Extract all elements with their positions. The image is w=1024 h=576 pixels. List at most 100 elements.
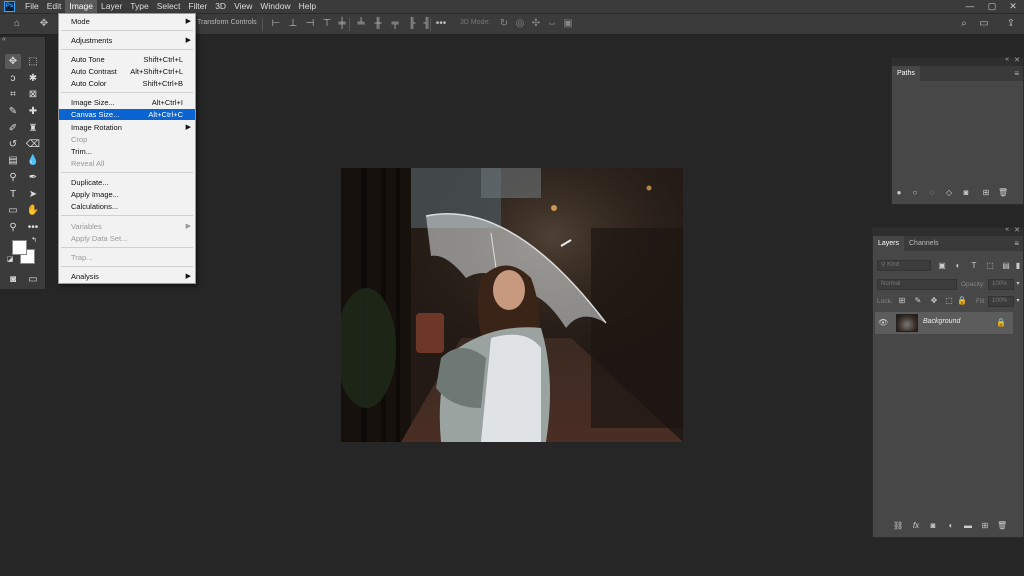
transform-controls-label[interactable]: Transform Controls (197, 19, 257, 26)
align-middle-icon[interactable]: ╪ (336, 18, 348, 30)
menu-item-reveal-all[interactable]: Reveal All (59, 158, 195, 169)
swap-colors-icon[interactable]: ↰ (29, 236, 39, 246)
home-icon[interactable]: ⌂ (11, 18, 23, 30)
blur-tool-icon[interactable]: 💧 (25, 153, 41, 168)
align-left-icon[interactable]: ⊢ (270, 18, 282, 30)
type-tool-icon[interactable]: T (5, 187, 21, 202)
more-tools-icon[interactable]: ••• (25, 220, 41, 235)
crop-tool-icon[interactable]: ⌗ (5, 87, 21, 102)
menu-select[interactable]: Select (153, 0, 185, 13)
menu-item-mode[interactable]: Mode ▶ (59, 16, 195, 27)
menu-item-auto-contrast[interactable]: Auto Contrast Alt+Shift+Ctrl+L (59, 66, 195, 77)
move-tool-icon[interactable]: ✥ (5, 54, 21, 69)
lock-pixels-icon[interactable]: ✎ (913, 296, 923, 306)
menu-item-calculations[interactable]: Calculations... (59, 201, 195, 212)
panel-menu-icon[interactable]: ≡ (1014, 69, 1019, 78)
close-panel-icon[interactable]: ✕ (1014, 226, 1020, 234)
adjustment-layer-icon[interactable]: ◐ (946, 521, 956, 531)
delete-path-icon[interactable]: 🗑 (998, 188, 1008, 198)
filter-adjustment-icon[interactable]: ◐ (953, 261, 963, 271)
rectangle-tool-icon[interactable]: ▭ (5, 203, 21, 218)
menu-item-variables[interactable]: Variables ▶ (59, 221, 195, 232)
filter-type-icon[interactable]: T (969, 261, 979, 271)
make-work-path-icon[interactable]: ◇ (944, 188, 954, 198)
layer-name[interactable]: Background (923, 318, 960, 325)
menu-file[interactable]: File (21, 0, 43, 13)
add-mask-icon[interactable]: ◙ (961, 188, 971, 198)
lock-position-icon[interactable]: ✥ (929, 296, 939, 306)
align-top-icon[interactable]: ⊤ (321, 18, 333, 30)
zoom-tool-icon[interactable]: ⚲ (5, 220, 21, 235)
filter-shape-icon[interactable]: ⬚ (985, 261, 995, 271)
add-layer-mask-icon[interactable]: ◙ (928, 521, 938, 531)
eyedropper-icon[interactable]: ✎ (5, 104, 21, 119)
minimize-button[interactable]: — (960, 0, 980, 13)
path-selection-icon[interactable]: ➤ (25, 187, 41, 202)
dodge-tool-icon[interactable]: ⚲ (5, 170, 21, 185)
align-center-icon[interactable]: ⊥ (287, 18, 299, 30)
eye-visibility-icon[interactable]: 👁 (878, 318, 888, 328)
lock-transparent-icon[interactable]: ⊞ (897, 296, 907, 306)
screen-mode-icon[interactable]: ▭ (25, 272, 41, 287)
default-colors-icon[interactable]: ◪ (5, 255, 15, 265)
distribute-vcenter-icon[interactable]: ╫ (372, 18, 384, 30)
distribute-top-icon[interactable]: ╧ (355, 18, 367, 30)
layer-row[interactable]: 👁 Background 🔒 (875, 312, 1013, 334)
new-group-icon[interactable]: ▬ (963, 521, 973, 531)
menu-item-duplicate[interactable]: Duplicate... (59, 177, 195, 188)
delete-layer-icon[interactable]: 🗑 (997, 521, 1007, 531)
more-options-icon[interactable]: ••• (435, 18, 447, 30)
menu-item-trap[interactable]: Trap... (59, 252, 195, 263)
new-layer-icon[interactable]: ⊞ (980, 521, 990, 531)
3d-roll-icon[interactable]: ◎ (514, 18, 526, 30)
hand-tool-icon[interactable]: ✋ (25, 203, 41, 218)
layer-filter-kind-select[interactable]: ⚲ Kind (877, 260, 931, 271)
magic-wand-icon[interactable]: ✱ (25, 71, 41, 86)
link-layers-icon[interactable]: ⛓ (893, 521, 903, 531)
menu-3d[interactable]: 3D (211, 0, 230, 13)
healing-brush-icon[interactable]: ✚ (25, 104, 41, 119)
blend-mode-select[interactable]: Normal (877, 279, 957, 290)
new-path-icon[interactable]: ⊞ (981, 188, 991, 198)
frame-tool-icon[interactable]: ⊠ (25, 87, 41, 102)
brush-tool-icon[interactable]: ✐ (5, 121, 21, 136)
menu-window[interactable]: Window (256, 0, 294, 13)
menu-item-apply-image[interactable]: Apply Image... (59, 189, 195, 200)
menu-edit[interactable]: Edit (43, 0, 66, 13)
workspace-icon[interactable]: ▭ (978, 18, 990, 30)
menu-image[interactable]: Image (65, 0, 97, 13)
menu-item-image-size[interactable]: Image Size... Alt+Ctrl+I (59, 97, 195, 108)
gradient-tool-icon[interactable]: ▤ (5, 153, 21, 168)
close-button[interactable]: ✕ (1003, 0, 1023, 13)
move-tool-icon[interactable]: ✥ (38, 18, 50, 30)
stroke-path-icon[interactable]: ○ (910, 188, 920, 198)
3d-slide-icon[interactable]: ⇔ (546, 18, 558, 30)
menu-item-trim[interactable]: Trim... (59, 146, 195, 157)
opacity-input[interactable]: 100% (988, 279, 1014, 290)
menu-item-apply-data-set[interactable]: Apply Data Set... (59, 233, 195, 244)
panel-menu-icon[interactable]: ≡ (1014, 239, 1019, 248)
lock-artboard-icon[interactable]: ⬚ (944, 296, 954, 306)
history-brush-icon[interactable]: ↺ (5, 137, 21, 152)
menu-item-adjustments[interactable]: Adjustments ▶ (59, 35, 195, 46)
load-as-selection-icon[interactable]: ◌ (927, 188, 937, 198)
filter-smart-object-icon[interactable]: ▤ (1001, 261, 1011, 271)
menu-type[interactable]: Type (126, 0, 152, 13)
menu-view[interactable]: View (230, 0, 256, 13)
3d-rotate-icon[interactable]: ↻ (498, 18, 510, 30)
menu-help[interactable]: Help (295, 0, 320, 13)
document-canvas[interactable] (341, 168, 683, 442)
lock-all-icon[interactable]: 🔒 (957, 296, 967, 306)
layer-style-fx-icon[interactable]: fx (911, 521, 921, 531)
marquee-tool-icon[interactable]: ⬚ (25, 54, 41, 69)
eraser-tool-icon[interactable]: ⌫ (25, 137, 41, 152)
fill-path-icon[interactable]: ● (894, 188, 904, 198)
menu-item-auto-color[interactable]: Auto Color Shift+Ctrl+B (59, 78, 195, 89)
collapse-panel-icon[interactable]: « (1005, 56, 1009, 63)
foreground-color-swatch[interactable] (12, 240, 27, 255)
lasso-tool-icon[interactable]: ↄ (5, 71, 21, 86)
3d-scale-icon[interactable]: ▣ (562, 18, 574, 30)
menu-filter[interactable]: Filter (184, 0, 211, 13)
filter-pixel-icon[interactable]: ▣ (937, 261, 947, 271)
tab-paths[interactable]: Paths (892, 66, 920, 81)
